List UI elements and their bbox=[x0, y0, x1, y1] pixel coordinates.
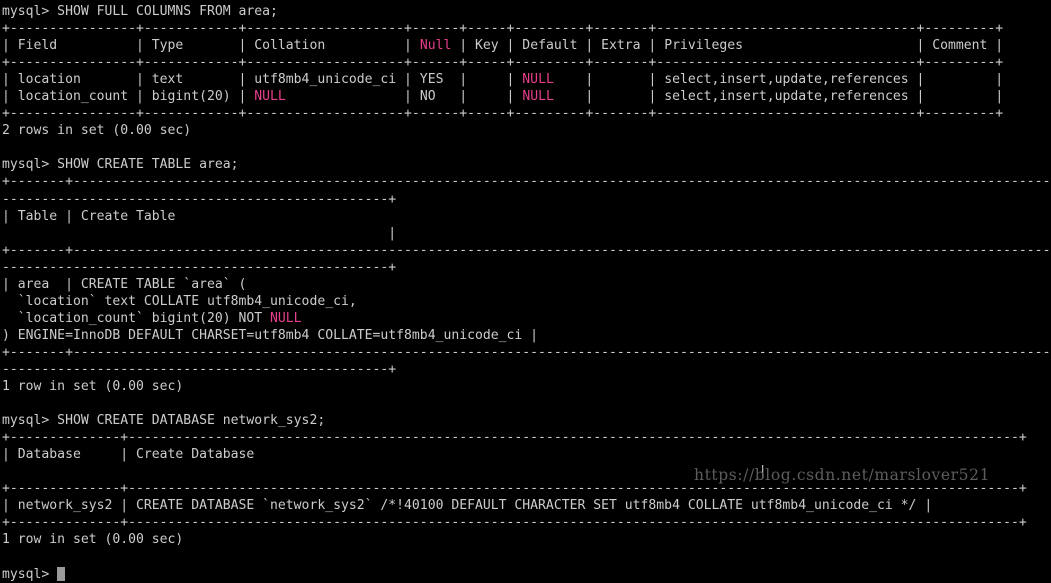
terminal-line-rule: ----------------------------------------… bbox=[2, 361, 397, 377]
terminal-output[interactable]: mysql> SHOW FULL COLUMNS FROM area; +----… bbox=[2, 3, 1051, 582]
prompt-label: mysql> bbox=[2, 566, 58, 582]
terminal-line-row: `location` text COLLATE utf8mb4_unicode_… bbox=[2, 293, 357, 309]
null-keyword: NULL bbox=[522, 72, 554, 88]
terminal-line-header: | Table | Create Table bbox=[2, 208, 176, 224]
terminal-line-row: `location_count` bigint(20) NOT NULL bbox=[2, 310, 302, 326]
terminal-line-rule: +--------------+------------------------… bbox=[2, 515, 1027, 531]
terminal-line-cont: | bbox=[2, 225, 397, 241]
terminal-line-rule: ----------------------------------------… bbox=[2, 259, 397, 275]
terminal-line-row: | network_sys2 | CREATE DATABASE `networ… bbox=[2, 498, 933, 514]
terminal-line-rule: +----------------+------------+---------… bbox=[2, 55, 1004, 71]
terminal-window[interactable]: mysql> SHOW FULL COLUMNS FROM area; +----… bbox=[0, 0, 1051, 582]
terminal-line-rule: +----------------+------------+---------… bbox=[2, 106, 1004, 122]
null-keyword: NULL bbox=[270, 310, 302, 326]
null-keyword: NULL bbox=[254, 89, 286, 105]
terminal-line-rule: ----------------------------------------… bbox=[2, 191, 397, 207]
terminal-line-command: mysql> SHOW CREATE DATABASE network_sys2… bbox=[2, 413, 326, 429]
terminal-line-status: 1 row in set (0.00 sec) bbox=[2, 379, 184, 395]
null-keyword: NULL bbox=[522, 89, 554, 105]
terminal-line-rule: +-------+-------------------------------… bbox=[2, 344, 1051, 360]
terminal-line-command: mysql> SHOW FULL COLUMNS FROM area; bbox=[2, 4, 278, 19]
terminal-line-rule: +----------------+------------+---------… bbox=[2, 21, 1004, 37]
terminal-line-header: | Field | Type | Collation | Null | Key … bbox=[2, 38, 1004, 54]
terminal-line-prompt: mysql> bbox=[2, 566, 1051, 583]
null-keyword: Null bbox=[419, 38, 452, 54]
terminal-line-row: ) ENGINE=InnoDB DEFAULT CHARSET=utf8mb4 … bbox=[2, 327, 539, 343]
terminal-line-row: | location_count | bigint(20) | NULL | N… bbox=[2, 89, 1004, 105]
terminal-cursor[interactable] bbox=[57, 566, 65, 581]
terminal-line-rule: +--------------+------------------------… bbox=[2, 430, 1027, 446]
terminal-line-row: | location | text | utf8mb4_unicode_ci |… bbox=[2, 72, 1004, 88]
terminal-line-rule: +-------+-------------------------------… bbox=[2, 242, 1051, 258]
terminal-line-status: 1 row in set (0.00 sec) bbox=[2, 532, 184, 548]
terminal-line-header: | Database | Create Database bbox=[2, 447, 255, 463]
terminal-line-command: mysql> SHOW CREATE TABLE area; bbox=[2, 157, 239, 173]
watermark-text: https://blog.csdn.net/marslover521 bbox=[694, 466, 991, 484]
terminal-line-rule: +-------+-------------------------------… bbox=[2, 174, 1051, 190]
terminal-line-row: | area | CREATE TABLE `area` ( bbox=[2, 276, 247, 292]
terminal-line-status: 2 rows in set (0.00 sec) bbox=[2, 123, 192, 139]
